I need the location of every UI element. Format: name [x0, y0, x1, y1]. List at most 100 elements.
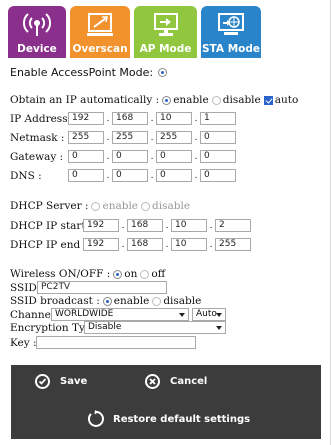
obtain-ip-enable-radio[interactable] — [162, 95, 172, 105]
wireless-broadcast-icon — [8, 11, 66, 41]
encryption-label: Encryption Type : — [10, 321, 105, 334]
netmask-octet-1[interactable]: 255 — [68, 131, 104, 144]
restore-defaults-button[interactable]: Restore default settings — [86, 410, 250, 428]
dns-octet-4[interactable]: 0 — [200, 169, 236, 182]
auto-label: auto — [274, 94, 299, 106]
tab-device-label: Device — [17, 43, 57, 55]
dhcp-end-octet-1[interactable]: 192 — [83, 238, 119, 251]
dhcp-end-label: DHCP IP end : — [10, 238, 88, 251]
access-point-monitor-icon — [134, 11, 197, 41]
dhcp-enable-label: enable — [102, 200, 139, 212]
ip-octet-4[interactable]: 1 — [200, 112, 236, 125]
dhcp-start-octet-3[interactable]: 10 — [171, 219, 207, 232]
key-input[interactable] — [36, 336, 196, 349]
dhcp-start-octet-4[interactable]: 2 — [215, 219, 251, 232]
ip-octet-1[interactable]: 192 — [68, 112, 104, 125]
mode-tab-bar: Device Overscan AP Mode STA Mode — [8, 6, 324, 58]
channel-region-select[interactable]: WORLDWIDE — [51, 308, 189, 321]
cancel-label: Cancel — [170, 376, 208, 387]
tab-ap-mode[interactable]: AP Mode — [134, 6, 197, 58]
channel-number-select[interactable]: Auto — [192, 308, 226, 321]
dns-octet-3[interactable]: 0 — [156, 169, 192, 182]
enable-ap-label: Enable AccessPoint Mode: — [10, 66, 154, 79]
dhcp-start-label: DHCP IP start : — [10, 219, 93, 232]
enable-ap-radio[interactable] — [158, 68, 168, 77]
ip-address-row: IP Address : 192. 168. 10. 1 — [10, 112, 236, 125]
netmask-octet-3[interactable]: 255 — [156, 131, 192, 144]
dns-octet-1[interactable]: 0 — [68, 169, 104, 182]
encryption-type-select[interactable]: Disable — [84, 321, 226, 334]
key-row: Key : — [10, 336, 196, 349]
tab-sta-mode[interactable]: STA Mode — [201, 6, 261, 58]
tab-overscan[interactable]: Overscan — [70, 6, 130, 58]
close-circle-icon — [145, 374, 160, 389]
gateway-octet-2[interactable]: 0 — [112, 150, 148, 163]
save-label: Save — [60, 376, 88, 387]
obtain-ip-disable-radio[interactable] — [211, 95, 221, 105]
ip-octet-2[interactable]: 168 — [112, 112, 148, 125]
dhcp-disable-radio[interactable] — [141, 201, 151, 211]
netmask-row: Netmask : 255. 255. 255. 0 — [10, 131, 236, 144]
encryption-row: Encryption Type : Disable — [10, 321, 226, 334]
obtain-ip-disable-label: disable — [222, 94, 261, 106]
encryption-type-value: Disable — [88, 322, 122, 332]
wireless-row: Wireless ON/OFF : on off — [10, 268, 165, 280]
tab-overscan-label: Overscan — [72, 43, 128, 55]
wireless-on-label: on — [124, 268, 138, 280]
save-button[interactable]: Save — [35, 374, 87, 389]
restore-defaults-label: Restore default settings — [113, 413, 251, 425]
dhcp-start-row: DHCP IP start : 192. 168. 10. 2 — [10, 219, 251, 232]
ssid-broadcast-disable-label: disable — [163, 295, 202, 307]
obtain-ip-row: Obtain an IP automatically : enable disa… — [10, 94, 298, 106]
netmask-octet-4[interactable]: 0 — [200, 131, 236, 144]
settings-window: Device Overscan AP Mode STA Mode Enable … — [0, 0, 331, 445]
tab-ap-mode-label: AP Mode — [139, 43, 192, 55]
obtain-ip-enable-label: enable — [173, 94, 209, 106]
dns-row: DNS : 0. 0. 0. 0 — [10, 169, 236, 182]
ssid-broadcast-row: SSID broadcast : enable disable — [10, 295, 201, 307]
wireless-off-label: off — [151, 268, 166, 280]
wireless-on-radio[interactable] — [113, 269, 123, 279]
ssid-input[interactable]: PC2TV — [37, 281, 167, 294]
obtain-ip-label: Obtain an IP automatically : — [10, 94, 160, 106]
refresh-icon — [86, 410, 104, 428]
overscan-screen-icon — [70, 11, 130, 41]
channel-label: Channel : — [10, 308, 62, 321]
ap-settings-form: Enable AccessPoint Mode: Obtain an IP au… — [8, 62, 324, 362]
chevron-down-icon — [179, 313, 185, 317]
ssid-row: SSID : PC2TV — [10, 281, 167, 294]
channel-region-value: WORLDWIDE — [55, 309, 114, 319]
gateway-octet-3[interactable]: 0 — [156, 150, 192, 163]
dhcp-end-row: DHCP IP end : 192. 168. 10. 255 — [10, 238, 251, 251]
chevron-down-icon — [216, 326, 222, 330]
wireless-off-radio[interactable] — [140, 269, 150, 279]
dhcp-end-octet-4[interactable]: 255 — [215, 238, 251, 251]
dhcp-enable-radio[interactable] — [91, 201, 101, 211]
gateway-row: Gateway : 0. 0. 0. 0 — [10, 150, 236, 163]
ip-octet-3[interactable]: 10 — [156, 112, 192, 125]
check-circle-icon — [35, 374, 50, 389]
dns-octet-2[interactable]: 0 — [112, 169, 148, 182]
dhcp-start-octet-1[interactable]: 192 — [83, 219, 119, 232]
dhcp-start-octet-2[interactable]: 168 — [127, 219, 163, 232]
dhcp-end-octet-3[interactable]: 10 — [171, 238, 207, 251]
ip-address-label: IP Address : — [10, 112, 75, 125]
ssid-broadcast-label: SSID broadcast : — [10, 295, 100, 307]
gateway-octet-1[interactable]: 0 — [68, 150, 104, 163]
channel-row: Channel : WORLDWIDE Auto — [10, 308, 226, 321]
tab-sta-mode-label: STA Mode — [202, 43, 260, 55]
cancel-button[interactable]: Cancel — [145, 374, 207, 389]
ssid-broadcast-disable-radio[interactable] — [152, 296, 162, 306]
ssid-broadcast-enable-label: enable — [113, 295, 150, 307]
chevron-down-icon — [216, 313, 222, 317]
netmask-octet-2[interactable]: 255 — [112, 131, 148, 144]
dhcp-end-octet-2[interactable]: 168 — [127, 238, 163, 251]
ssid-broadcast-enable-radio[interactable] — [102, 296, 112, 306]
key-label: Key : — [10, 336, 37, 349]
ssid-label: SSID : — [10, 281, 44, 294]
dhcp-server-row: DHCP Server : enable disable — [10, 200, 190, 212]
action-panel: Save Cancel Restore default settings — [11, 365, 321, 439]
gateway-octet-4[interactable]: 0 — [200, 150, 236, 163]
tab-device[interactable]: Device — [8, 6, 66, 58]
auto-checkbox[interactable] — [263, 95, 273, 105]
